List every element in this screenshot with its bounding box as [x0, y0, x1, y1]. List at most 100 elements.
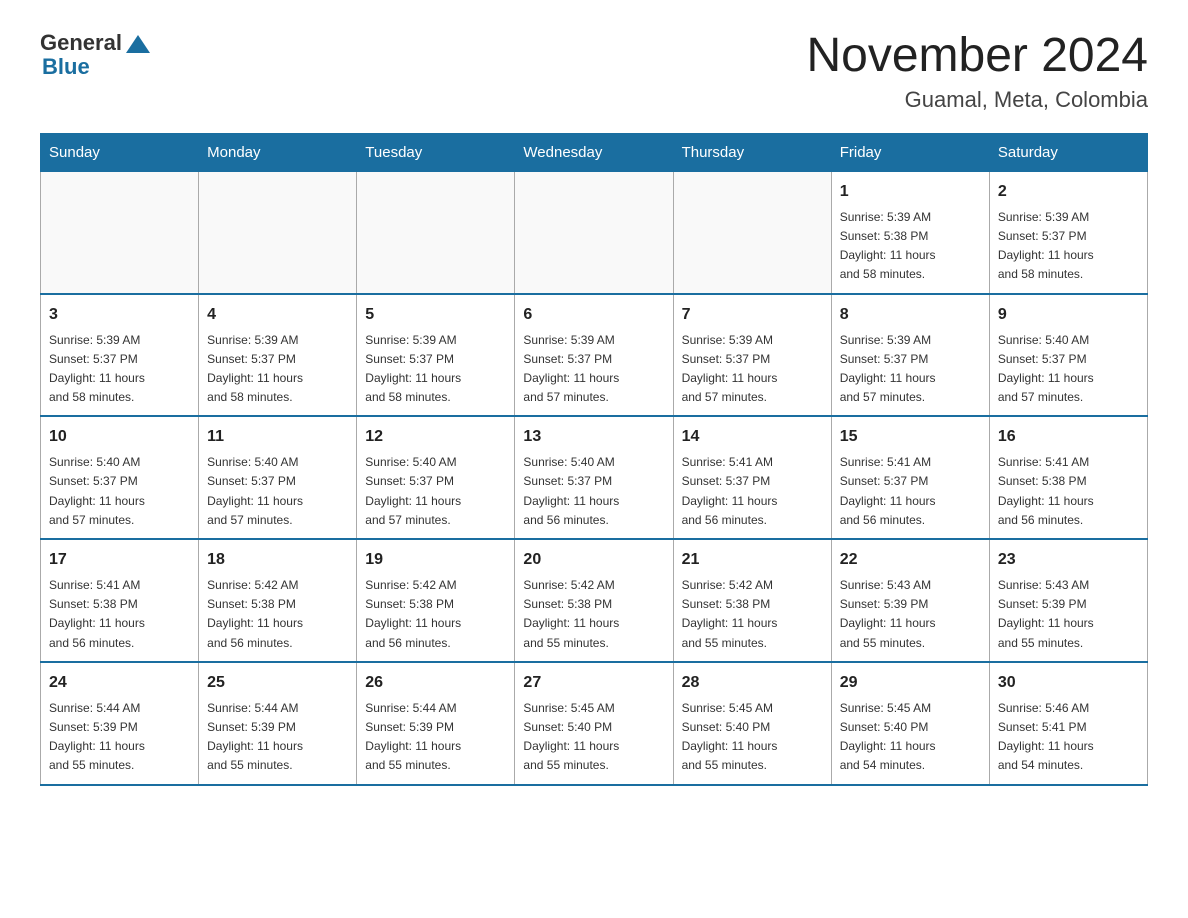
day-number: 6 — [523, 303, 664, 327]
day-number: 15 — [840, 425, 981, 449]
page-header: General Blue November 2024 Guamal, Meta,… — [40, 30, 1148, 113]
calendar-day-cell: 15 Sunrise: 5:41 AMSunset: 5:37 PMDayligh… — [831, 416, 989, 539]
day-number: 23 — [998, 548, 1139, 572]
day-of-week-header: Thursday — [673, 133, 831, 171]
title-block: November 2024 Guamal, Meta, Colombia — [806, 30, 1148, 113]
day-of-week-header: Wednesday — [515, 133, 673, 171]
day-info: Sunrise: 5:43 AMSunset: 5:39 PMDaylight:… — [998, 576, 1139, 653]
day-info: Sunrise: 5:41 AMSunset: 5:37 PMDaylight:… — [840, 453, 981, 530]
day-number: 26 — [365, 671, 506, 695]
day-info: Sunrise: 5:40 AMSunset: 5:37 PMDaylight:… — [523, 453, 664, 530]
day-number: 27 — [523, 671, 664, 695]
day-number: 9 — [998, 303, 1139, 327]
calendar-day-cell: 19Sunrise: 5:42 AMSunset: 5:38 PMDayligh… — [357, 539, 515, 662]
calendar-day-cell: 18Sunrise: 5:42 AMSunset: 5:38 PMDayligh… — [199, 539, 357, 662]
calendar-day-cell: 7Sunrise: 5:39 AMSunset: 5:37 PMDaylight… — [673, 294, 831, 417]
day-info: Sunrise: 5:39 AMSunset: 5:37 PMDaylight:… — [207, 331, 348, 408]
calendar-day-cell: 24 Sunrise: 5:44 AMSunset: 5:39 PMDayligh… — [41, 662, 199, 785]
day-info: Sunrise: 5:42 AMSunset: 5:38 PMDaylight:… — [682, 576, 823, 653]
day-info: Sunrise: 5:45 AMSunset: 5:40 PMDaylight:… — [840, 699, 981, 776]
day-number: 21 — [682, 548, 823, 572]
day-number: 17 — [49, 548, 190, 572]
day-number: 20 — [523, 548, 664, 572]
calendar-day-cell — [199, 171, 357, 293]
day-of-week-header: Saturday — [989, 133, 1147, 171]
day-info: Sunrise: 5:40 AMSunset: 5:37 PMDaylight:… — [998, 331, 1139, 408]
day-info: Sunrise: 5:39 AMSunset: 5:37 PMDaylight:… — [365, 331, 506, 408]
logo-general-text: General — [40, 30, 122, 56]
day-info: Sunrise: 5:39 AMSunset: 5:38 PMDaylight:… — [840, 208, 981, 285]
header-row: SundayMondayTuesdayWednesdayThursdayFrid… — [41, 133, 1148, 171]
logo-blue-text: Blue — [42, 54, 150, 80]
calendar-day-cell: 20 Sunrise: 5:42 AMSunset: 5:38 PMDayligh… — [515, 539, 673, 662]
calendar-day-cell: 8Sunrise: 5:39 AMSunset: 5:37 PMDaylight… — [831, 294, 989, 417]
calendar-day-cell: 11Sunrise: 5:40 AMSunset: 5:37 PMDayligh… — [199, 416, 357, 539]
day-info: Sunrise: 5:39 AMSunset: 5:37 PMDaylight:… — [523, 331, 664, 408]
calendar-subtitle: Guamal, Meta, Colombia — [806, 87, 1148, 113]
calendar-day-cell: 3Sunrise: 5:39 AMSunset: 5:37 PMDaylight… — [41, 294, 199, 417]
day-number: 24 — [49, 671, 190, 695]
calendar-day-cell: 9 Sunrise: 5:40 AMSunset: 5:37 PMDaylight… — [989, 294, 1147, 417]
day-number: 5 — [365, 303, 506, 327]
day-number: 25 — [207, 671, 348, 695]
logo: General Blue — [40, 30, 150, 80]
day-number: 10 — [49, 425, 190, 449]
day-info: Sunrise: 5:45 AMSunset: 5:40 PMDaylight:… — [523, 699, 664, 776]
day-number: 1 — [840, 180, 981, 204]
day-info: Sunrise: 5:44 AMSunset: 5:39 PMDaylight:… — [365, 699, 506, 776]
day-number: 22 — [840, 548, 981, 572]
day-info: Sunrise: 5:41 AMSunset: 5:37 PMDaylight:… — [682, 453, 823, 530]
calendar-day-cell: 17 Sunrise: 5:41 AMSunset: 5:38 PMDayligh… — [41, 539, 199, 662]
calendar-day-cell: 1 Sunrise: 5:39 AMSunset: 5:38 PMDaylight… — [831, 171, 989, 293]
day-number: 4 — [207, 303, 348, 327]
day-number: 16 — [998, 425, 1139, 449]
day-info: Sunrise: 5:42 AMSunset: 5:38 PMDaylight:… — [365, 576, 506, 653]
calendar-day-cell: 29 Sunrise: 5:45 AMSunset: 5:40 PMDayligh… — [831, 662, 989, 785]
calendar-day-cell: 22 Sunrise: 5:43 AMSunset: 5:39 PMDayligh… — [831, 539, 989, 662]
calendar-day-cell: 30Sunrise: 5:46 AMSunset: 5:41 PMDayligh… — [989, 662, 1147, 785]
logo-triangle-icon — [126, 35, 150, 53]
day-number: 8 — [840, 303, 981, 327]
day-info: Sunrise: 5:40 AMSunset: 5:37 PMDaylight:… — [365, 453, 506, 530]
calendar-day-cell — [41, 171, 199, 293]
calendar-day-cell: 12Sunrise: 5:40 AMSunset: 5:37 PMDayligh… — [357, 416, 515, 539]
calendar-day-cell: 10Sunrise: 5:40 AMSunset: 5:37 PMDayligh… — [41, 416, 199, 539]
calendar-day-cell: 4 Sunrise: 5:39 AMSunset: 5:37 PMDaylight… — [199, 294, 357, 417]
calendar-day-cell — [673, 171, 831, 293]
day-info: Sunrise: 5:39 AMSunset: 5:37 PMDaylight:… — [49, 331, 190, 408]
day-of-week-header: Sunday — [41, 133, 199, 171]
calendar-day-cell — [515, 171, 673, 293]
day-of-week-header: Monday — [199, 133, 357, 171]
calendar-day-cell: 14 Sunrise: 5:41 AMSunset: 5:37 PMDayligh… — [673, 416, 831, 539]
day-info: Sunrise: 5:46 AMSunset: 5:41 PMDaylight:… — [998, 699, 1139, 776]
calendar-header: SundayMondayTuesdayWednesdayThursdayFrid… — [41, 133, 1148, 171]
calendar-table: SundayMondayTuesdayWednesdayThursdayFrid… — [40, 133, 1148, 786]
calendar-day-cell: 5 Sunrise: 5:39 AMSunset: 5:37 PMDaylight… — [357, 294, 515, 417]
day-number: 14 — [682, 425, 823, 449]
day-number: 28 — [682, 671, 823, 695]
day-info: Sunrise: 5:44 AMSunset: 5:39 PMDaylight:… — [207, 699, 348, 776]
day-info: Sunrise: 5:41 AMSunset: 5:38 PMDaylight:… — [49, 576, 190, 653]
day-number: 11 — [207, 425, 348, 449]
day-info: Sunrise: 5:45 AMSunset: 5:40 PMDaylight:… — [682, 699, 823, 776]
calendar-title: November 2024 — [806, 30, 1148, 83]
day-of-week-header: Friday — [831, 133, 989, 171]
day-info: Sunrise: 5:43 AMSunset: 5:39 PMDaylight:… — [840, 576, 981, 653]
day-of-week-header: Tuesday — [357, 133, 515, 171]
calendar-day-cell: 16 Sunrise: 5:41 AMSunset: 5:38 PMDayligh… — [989, 416, 1147, 539]
calendar-day-cell: 27 Sunrise: 5:45 AMSunset: 5:40 PMDayligh… — [515, 662, 673, 785]
day-info: Sunrise: 5:39 AMSunset: 5:37 PMDaylight:… — [682, 331, 823, 408]
calendar-day-cell: 23 Sunrise: 5:43 AMSunset: 5:39 PMDayligh… — [989, 539, 1147, 662]
calendar-week-row: 24 Sunrise: 5:44 AMSunset: 5:39 PMDayligh… — [41, 662, 1148, 785]
calendar-body: 1 Sunrise: 5:39 AMSunset: 5:38 PMDaylight… — [41, 171, 1148, 784]
calendar-day-cell: 28 Sunrise: 5:45 AMSunset: 5:40 PMDayligh… — [673, 662, 831, 785]
calendar-day-cell — [357, 171, 515, 293]
day-info: Sunrise: 5:44 AMSunset: 5:39 PMDaylight:… — [49, 699, 190, 776]
day-info: Sunrise: 5:41 AMSunset: 5:38 PMDaylight:… — [998, 453, 1139, 530]
calendar-day-cell: 2Sunrise: 5:39 AMSunset: 5:37 PMDaylight… — [989, 171, 1147, 293]
day-number: 29 — [840, 671, 981, 695]
day-info: Sunrise: 5:42 AMSunset: 5:38 PMDaylight:… — [523, 576, 664, 653]
day-number: 18 — [207, 548, 348, 572]
calendar-week-row: 17 Sunrise: 5:41 AMSunset: 5:38 PMDayligh… — [41, 539, 1148, 662]
day-number: 2 — [998, 180, 1139, 204]
